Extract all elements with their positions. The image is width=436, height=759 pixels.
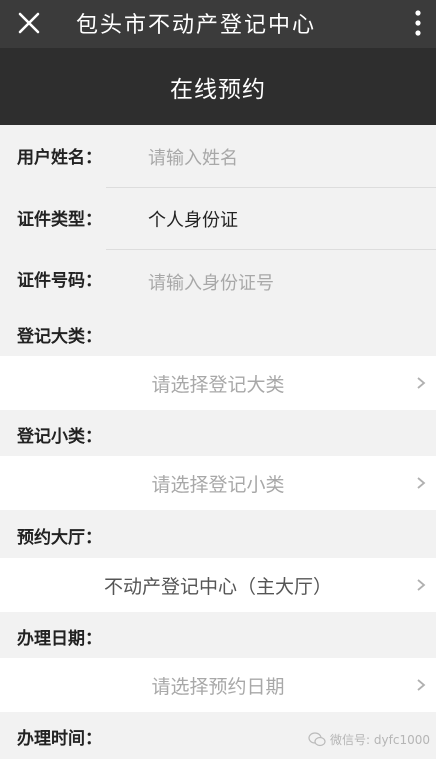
hall-select-text: 不动产登记中心（主大厅）: [103, 575, 332, 598]
app-title: 包头市不动产登记中心: [76, 13, 317, 38]
subcategory-row: 登记小类：: [0, 410, 436, 456]
category-select[interactable]: 请选择登记大类: [0, 356, 436, 410]
date-select-text: 请选择预约日期: [151, 675, 285, 698]
wechat-icon: [308, 731, 326, 746]
hall-label: 预约大厅：: [17, 528, 102, 548]
category-label: 登记大类：: [17, 327, 102, 347]
chevron-right-icon: [417, 679, 426, 691]
hall-row: 预约大厅：: [0, 510, 436, 558]
time-label: 办理时间：: [17, 729, 102, 749]
subcategory-select-text: 请选择登记小类: [151, 473, 285, 496]
chevron-right-icon: [417, 579, 426, 591]
id-number-input[interactable]: 请输入身份证号: [148, 269, 274, 295]
chevron-right-icon: [417, 477, 426, 489]
close-button[interactable]: [12, 6, 46, 40]
page-title: 在线预约: [170, 76, 266, 103]
chevron-right-icon: [417, 377, 426, 389]
id-type-label: 证件类型：: [17, 210, 102, 230]
subcategory-select[interactable]: 请选择登记小类: [0, 456, 436, 510]
name-row: 用户姓名： 请输入姓名: [0, 125, 436, 187]
id-type-row: 证件类型： 个人身份证: [0, 188, 436, 249]
id-number-row: 证件号码： 请输入身份证号: [0, 250, 436, 312]
page-header: 在线预约: [0, 48, 436, 125]
date-label: 办理日期：: [17, 629, 102, 649]
hall-select[interactable]: 不动产登记中心（主大厅）: [0, 558, 436, 612]
close-icon: [18, 12, 40, 34]
more-vertical-icon: [415, 10, 421, 36]
watermark-text: 微信号: dyfc1000: [330, 732, 430, 747]
name-input[interactable]: 请输入姓名: [148, 144, 238, 170]
date-row: 办理日期：: [0, 612, 436, 658]
date-select[interactable]: 请选择预约日期: [0, 658, 436, 712]
more-button[interactable]: [408, 6, 428, 40]
name-label: 用户姓名：: [17, 148, 102, 168]
category-row: 登记大类：: [0, 312, 436, 356]
id-number-label: 证件号码：: [17, 271, 102, 291]
category-select-text: 请选择登记大类: [151, 373, 285, 396]
top-bar: 包头市不动产登记中心: [0, 0, 436, 48]
id-type-select[interactable]: 个人身份证: [148, 206, 238, 232]
subcategory-label: 登记小类：: [17, 427, 102, 447]
watermark: 微信号: dyfc1000: [308, 728, 430, 750]
